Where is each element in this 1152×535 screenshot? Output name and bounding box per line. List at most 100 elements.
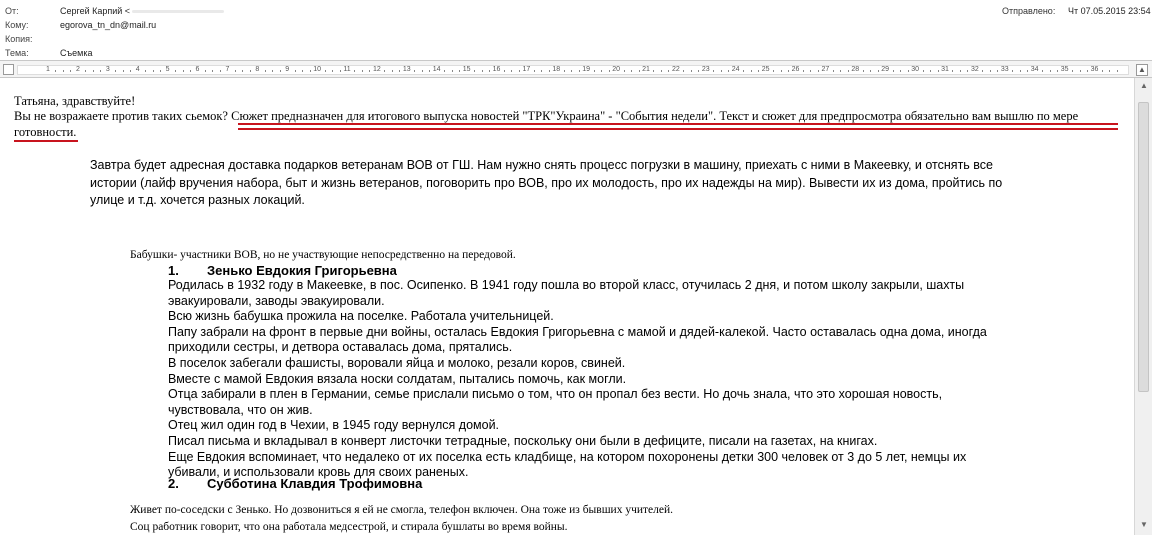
from-text: Сергей Карпий < [60, 6, 131, 16]
ruler-tick [242, 70, 244, 72]
ruler-tick [444, 70, 446, 72]
ruler-tick [638, 70, 640, 72]
ruler-tick [1109, 70, 1111, 72]
ruler-tick [608, 70, 610, 72]
ruler-number: 22 [671, 66, 680, 73]
story-line: чувствовала, что он жив. [168, 402, 313, 417]
ruler-tick [541, 70, 543, 72]
ruler-number: 36 [1090, 66, 1099, 73]
ruler-number: 11 [343, 66, 351, 73]
ruler-number: 20 [612, 66, 620, 73]
chevron-down-icon[interactable]: ▼ [1138, 519, 1150, 531]
ruler-number: 32 [970, 66, 979, 73]
ruler-tick [1101, 70, 1103, 72]
ruler-tick [802, 70, 804, 72]
ruler-number: 10 [313, 66, 321, 73]
ruler[interactable]: 1 2 3 4 5 6 7 8 9 10 11 12 13 14 15 16 17 18 19 20 21 22 23 24 2… [0, 60, 1152, 78]
ruler-number: 33 [1000, 66, 1009, 73]
ruler-tick [302, 70, 304, 72]
ruler-tick [249, 70, 251, 72]
story-line: Вместе с мамой Евдокия вязала носки солд… [168, 371, 627, 386]
ruler-tick [967, 70, 969, 72]
ruler-tick [780, 70, 782, 72]
ruler-tick [892, 70, 894, 72]
ruler-tick [212, 70, 214, 72]
tail-line: Живет по-соседски с Зенько. Но дозвонить… [130, 504, 674, 516]
ruler-number: 4 [135, 66, 140, 73]
intro-line: Завтра будет адресная доставка подарков … [90, 158, 993, 172]
ruler-number: 29 [881, 66, 890, 73]
ruler-tick [952, 70, 954, 72]
ruler-tick [145, 70, 147, 72]
ruler-tick [593, 70, 595, 72]
ruler-tick [713, 70, 715, 72]
ruler-number: 8 [255, 66, 260, 73]
ruler-tick [204, 70, 206, 72]
ruler-tick [219, 70, 221, 72]
ruler-number: 19 [582, 66, 591, 73]
ruler-tick [399, 70, 401, 72]
tab-stop-selector[interactable] [3, 64, 14, 75]
ruler-tick [152, 70, 154, 72]
request-line-2: готовности. [14, 125, 77, 139]
ruler-number: 13 [402, 66, 411, 73]
ruler-tick [332, 70, 334, 72]
ruler-number: 12 [372, 66, 381, 73]
ruler-number: 25 [761, 66, 770, 73]
tail-line: Соц работник говорит, что она работала м… [130, 521, 568, 533]
ruler-tick [533, 70, 535, 72]
ruler-tick [130, 70, 132, 72]
ruler-number: 3 [105, 66, 110, 73]
person-name: Субботина Клавдия Трофимовна [207, 476, 423, 491]
chevron-up-icon[interactable]: ▲ [1138, 80, 1150, 92]
ruler-tick [175, 70, 177, 72]
ruler-tick [489, 70, 491, 72]
to-value[interactable]: egorova_tn_dn@mail.ru [60, 18, 156, 32]
scroll-thumb[interactable] [1138, 102, 1149, 392]
ruler-tick [451, 70, 453, 72]
ruler-number: 17 [522, 66, 531, 73]
ruler-number: 14 [432, 66, 441, 73]
from-value[interactable]: Сергей Карпий < [60, 4, 225, 18]
ruler-tick [55, 70, 57, 72]
person-name: Зенько Евдокия Григорьевна [207, 263, 397, 278]
sent-label: Отправлено: [1002, 6, 1056, 16]
ruler-tick [160, 70, 162, 72]
ruler-tick [503, 70, 505, 72]
ruler-tick [997, 70, 999, 72]
ruler-tick [720, 70, 722, 72]
vertical-scrollbar[interactable]: ▲ ▼ [1134, 78, 1152, 535]
request-line: Вы не возражаете против таких сьемок? Сю… [14, 108, 1078, 124]
ruler-tick [384, 70, 386, 72]
ruler-tick [631, 70, 633, 72]
story-line: приходили сестры, и детвора оставалась д… [168, 340, 513, 355]
ruler-tick [115, 70, 117, 72]
ruler-tick [1019, 70, 1021, 72]
ruler-tick [518, 70, 520, 72]
red-underline-2 [238, 128, 1118, 130]
ruler-tick [959, 70, 961, 72]
story-line: Писал письма и вкладывал в конверт листо… [168, 433, 878, 448]
subject-value: Съемка [60, 48, 93, 58]
ruler-tick [810, 70, 812, 72]
story-line: Еще Евдокия вспоминает, что недалеко от … [168, 449, 967, 464]
message-header: От: Сергей Карпий < Кому: egorova_tn_dn@… [0, 0, 1152, 60]
ruler-tick [900, 70, 902, 72]
ruler-tick [1072, 70, 1074, 72]
ruler-tick [743, 70, 745, 72]
red-underline-3 [14, 140, 78, 142]
list-number: 2. [168, 476, 179, 491]
ruler-tick [728, 70, 730, 72]
ruler-toggle-icon[interactable]: ▲ [1136, 64, 1148, 76]
from-label: От: [5, 6, 19, 16]
ruler-tick [264, 70, 266, 72]
ruler-tick [653, 70, 655, 72]
subject-label: Тема: [5, 48, 29, 58]
ruler-tick [361, 70, 363, 72]
ruler-tick [354, 70, 356, 72]
ruler-tick [429, 70, 431, 72]
ruler-tick [690, 70, 692, 72]
intro-line: улице и т.д. хочется разных локаций. [90, 193, 305, 207]
sent-value: Чт 07.05.2015 23:54 [1068, 6, 1151, 16]
ruler-tick [1012, 70, 1014, 72]
